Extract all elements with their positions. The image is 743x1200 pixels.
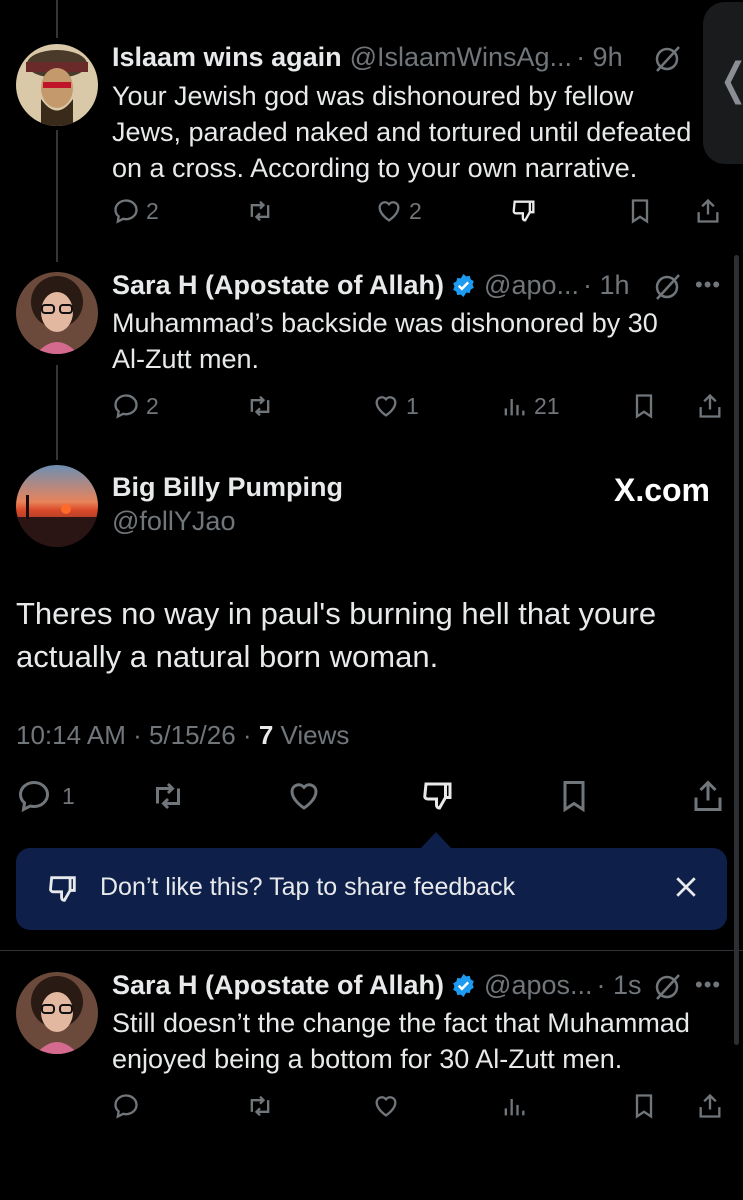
reply-icon bbox=[114, 1094, 138, 1119]
bookmark-icon bbox=[635, 394, 653, 419]
like-button[interactable]: 2 bbox=[375, 197, 422, 225]
bookmark-icon bbox=[563, 781, 585, 813]
feedback-pointer bbox=[420, 832, 452, 849]
bookmark-icon bbox=[631, 199, 649, 224]
reply-icon bbox=[114, 199, 138, 224]
reply-button[interactable]: 2 bbox=[112, 197, 159, 225]
divider bbox=[0, 950, 743, 951]
display-name[interactable]: Sara H (Apostate of Allah) bbox=[112, 968, 444, 1002]
views-chart-icon bbox=[504, 399, 525, 416]
post-text: Theres no way in paul's burning hell tha… bbox=[16, 596, 657, 674]
retweet-button[interactable] bbox=[246, 1092, 274, 1120]
display-name[interactable]: Big Billy Pumping bbox=[112, 472, 343, 503]
display-name[interactable]: Islaam wins again bbox=[112, 40, 342, 74]
heart-icon bbox=[378, 201, 400, 222]
reply-icon bbox=[114, 394, 138, 419]
post-time: · 9h bbox=[576, 42, 623, 72]
dislike-button[interactable] bbox=[510, 197, 538, 225]
reply-button[interactable]: 2 bbox=[112, 392, 159, 420]
avatar[interactable] bbox=[16, 44, 98, 126]
thumbs-down-icon bbox=[423, 782, 452, 810]
grok-icon[interactable] bbox=[652, 972, 682, 1002]
grok-icon[interactable] bbox=[652, 272, 682, 302]
feedback-text[interactable]: Don’t like this? Tap to share feedback bbox=[100, 873, 515, 902]
reply-button[interactable] bbox=[112, 1092, 140, 1120]
views-count: 7 bbox=[258, 720, 274, 750]
dislike-button[interactable] bbox=[420, 778, 456, 814]
heart-icon bbox=[375, 396, 397, 417]
post-text: Still doesn’t the change the fact that M… bbox=[112, 1008, 690, 1074]
like-button[interactable] bbox=[286, 778, 322, 814]
more-options-icon[interactable]: ••• bbox=[695, 272, 721, 298]
close-icon[interactable] bbox=[671, 872, 701, 902]
avatar[interactable] bbox=[16, 465, 98, 547]
share-icon bbox=[694, 780, 722, 811]
share-icon bbox=[699, 393, 721, 418]
share-button[interactable] bbox=[696, 392, 724, 420]
reply-icon bbox=[18, 780, 50, 813]
bookmark-button[interactable] bbox=[630, 392, 658, 420]
thumbs-down-icon bbox=[49, 876, 76, 902]
post-header: Sara H (Apostate of Allah) @apo... · 1h bbox=[112, 268, 630, 302]
post-header: Sara H (Apostate of Allah) @apos... · 1s bbox=[112, 968, 642, 1002]
handle[interactable]: @apo... bbox=[484, 268, 579, 302]
retweet-button[interactable] bbox=[150, 778, 186, 814]
handle[interactable]: @apos... bbox=[484, 968, 592, 1002]
chevron-left-icon: ❬ bbox=[715, 54, 743, 105]
bookmark-button[interactable] bbox=[556, 778, 592, 814]
scrollbar[interactable] bbox=[734, 255, 739, 1045]
post-time: · 1s bbox=[596, 970, 642, 1000]
retweet-icon bbox=[250, 395, 270, 417]
thread-line-2 bbox=[56, 365, 58, 460]
views-label: Views bbox=[280, 720, 350, 750]
more-options-icon[interactable]: ••• bbox=[695, 972, 721, 998]
feedback-banner[interactable]: Don’t like this? Tap to share feedback bbox=[16, 848, 727, 930]
retweet-button[interactable] bbox=[246, 392, 274, 420]
views-button[interactable]: 21 bbox=[500, 392, 560, 420]
retweet-icon bbox=[156, 782, 180, 810]
heart-icon bbox=[375, 1096, 397, 1117]
side-panel-handle[interactable]: ❬ bbox=[703, 2, 743, 164]
share-button[interactable] bbox=[696, 1092, 724, 1120]
thumbs-down-icon bbox=[512, 200, 535, 222]
bookmark-button[interactable] bbox=[630, 1092, 658, 1120]
share-button[interactable] bbox=[694, 197, 722, 225]
post-meta: 10:14 AM · 5/15/26 · 7 Views bbox=[16, 720, 349, 751]
avatar[interactable] bbox=[16, 972, 98, 1054]
retweet-button[interactable] bbox=[246, 197, 274, 225]
x-com-watermark: X.com bbox=[613, 472, 710, 508]
views-button[interactable] bbox=[500, 1092, 528, 1120]
post-timestamp: 10:14 AM · 5/15/26 · bbox=[16, 720, 252, 750]
thread-line-1 bbox=[56, 130, 58, 262]
post-text: Muhammad’s backside was dishonored by 30… bbox=[112, 308, 658, 374]
post-time: · 1h bbox=[583, 270, 630, 300]
like-button[interactable] bbox=[372, 1092, 400, 1120]
verified-badge-icon bbox=[453, 973, 474, 997]
avatar[interactable] bbox=[16, 272, 98, 354]
handle[interactable]: @follYJao bbox=[112, 506, 235, 537]
display-name[interactable]: Sara H (Apostate of Allah) bbox=[112, 268, 444, 302]
bookmark-button[interactable] bbox=[626, 197, 654, 225]
post-header: Islaam wins again @IslaamWinsAg... · 9h bbox=[112, 40, 623, 74]
reply-button[interactable]: 1 bbox=[16, 778, 75, 814]
handle[interactable]: @IslaamWinsAg... bbox=[350, 40, 572, 74]
retweet-icon bbox=[250, 1095, 270, 1117]
bookmark-icon bbox=[635, 1094, 653, 1119]
retweet-icon bbox=[250, 200, 270, 222]
post-text: Your Jewish god was dishonoured by fello… bbox=[112, 81, 692, 183]
grok-icon[interactable] bbox=[652, 44, 682, 74]
like-button[interactable]: 1 bbox=[372, 392, 419, 420]
thread-line-top bbox=[56, 0, 58, 38]
heart-icon bbox=[290, 783, 318, 810]
share-button[interactable] bbox=[690, 778, 726, 814]
verified-badge-icon bbox=[453, 273, 474, 297]
share-icon bbox=[699, 1093, 721, 1118]
views-chart-icon bbox=[504, 1099, 525, 1116]
share-icon bbox=[697, 198, 719, 223]
